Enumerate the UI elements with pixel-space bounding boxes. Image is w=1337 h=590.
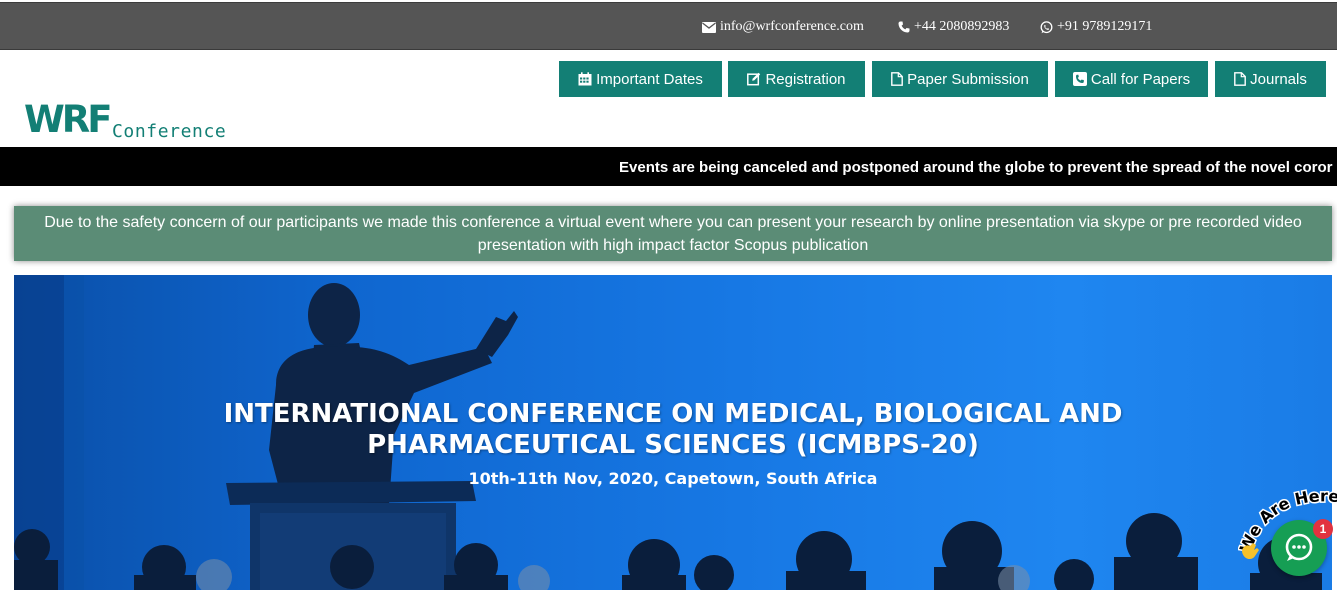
- top-contact-bar: info@wrfconference.com +44 2080892983 +9…: [0, 2, 1337, 50]
- whatsapp-link[interactable]: +91 9789129171: [1040, 19, 1152, 35]
- phone-link[interactable]: +44 2080892983: [898, 19, 1009, 35]
- conference-date-location: 10th-11th Nov, 2020, Capetown, South Afr…: [468, 469, 878, 488]
- nav-important-dates-button[interactable]: Important Dates: [559, 61, 722, 97]
- email-link[interactable]: info@wrfconference.com: [702, 19, 864, 35]
- chat-bubble-icon: [1271, 533, 1327, 580]
- title-line-1: INTERNATIONAL CONFERENCE ON MEDICAL, BIO…: [223, 399, 1123, 429]
- nav-label: Registration: [765, 70, 846, 88]
- whatsapp-text: +91 9789129171: [1057, 19, 1153, 34]
- chat-notification-badge: 1: [1313, 519, 1333, 539]
- logo-word: Conference: [112, 121, 227, 142]
- nav-label: Journals: [1250, 70, 1307, 88]
- nav-journals-button[interactable]: Journals: [1215, 61, 1326, 97]
- whatsapp-icon: [1040, 20, 1053, 34]
- calendar-icon: [578, 72, 592, 86]
- phone-text: +44 2080892983: [914, 19, 1010, 34]
- news-ticker: Events are being canceled and postponed …: [0, 147, 1337, 186]
- virtual-event-notice: Due to the safety concern of our partici…: [14, 206, 1332, 261]
- envelope-icon: [702, 21, 716, 33]
- conference-title: INTERNATIONAL CONFERENCE ON MEDICAL, BIO…: [14, 399, 1332, 461]
- nav-label: Important Dates: [596, 70, 703, 88]
- ticker-text: Events are being canceled and postponed …: [619, 159, 1333, 176]
- hero-banner: INTERNATIONAL CONFERENCE ON MEDICAL, BIO…: [14, 275, 1332, 590]
- phone-icon: [898, 21, 910, 33]
- email-text: info@wrfconference.com: [720, 19, 864, 34]
- edit-icon: [747, 72, 761, 86]
- wrf-logo[interactable]: WRF Conference: [24, 100, 254, 146]
- nav-label: Paper Submission: [907, 70, 1029, 88]
- nav-registration-button[interactable]: Registration: [728, 61, 865, 97]
- notice-text: Due to the safety concern of our partici…: [44, 214, 1302, 254]
- nav-call-for-papers-button[interactable]: Call for Papers: [1055, 61, 1208, 97]
- document-icon: [1234, 72, 1247, 86]
- document-icon: [891, 72, 904, 86]
- nav-paper-submission-button[interactable]: Paper Submission: [872, 61, 1048, 97]
- nav-label: Call for Papers: [1090, 70, 1191, 88]
- phone-square-icon: [1072, 72, 1087, 86]
- title-line-2: PHARMACEUTICAL SCIENCES (ICMBPS-20): [367, 430, 979, 460]
- logo-mark: WRF: [24, 98, 113, 141]
